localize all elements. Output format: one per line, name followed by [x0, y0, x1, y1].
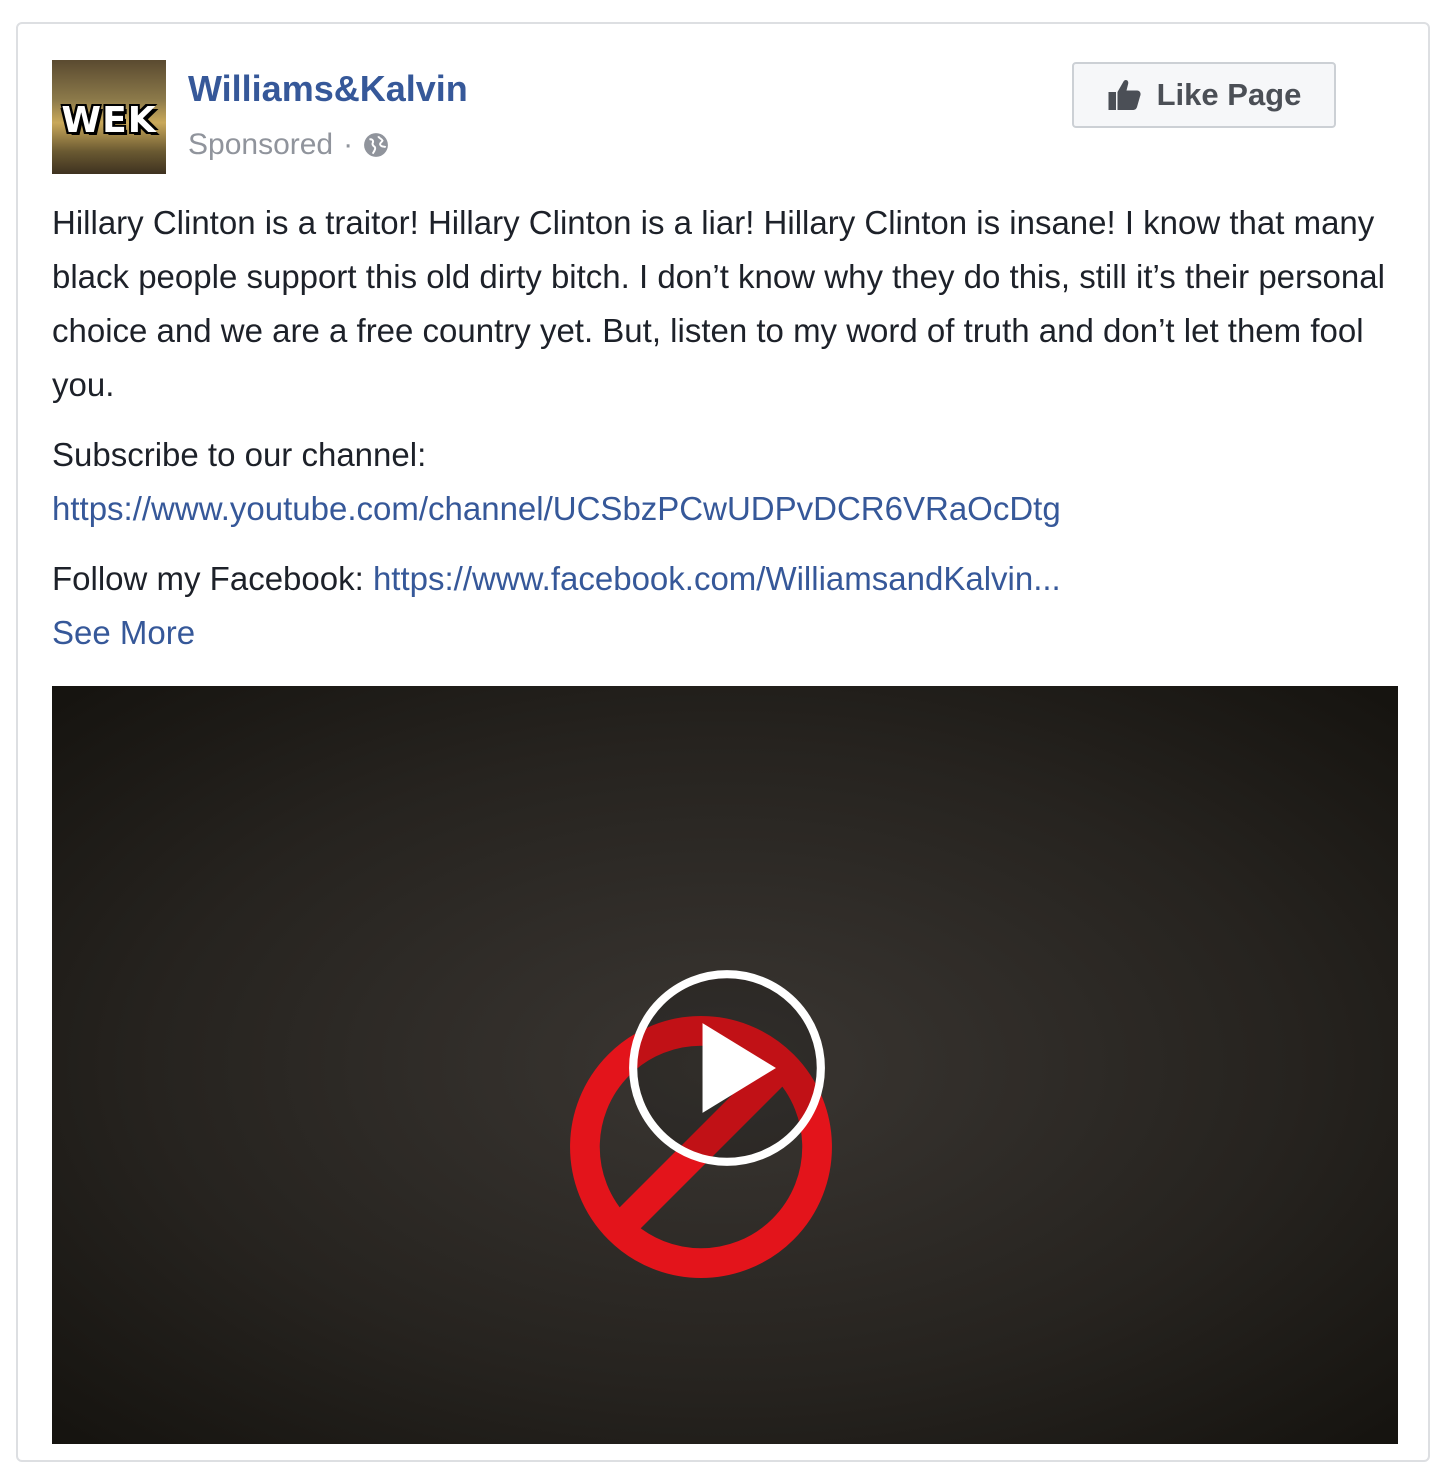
see-more-link[interactable]: See More	[52, 614, 195, 651]
post-meta: Sponsored ·	[188, 128, 389, 162]
page-name-link[interactable]: Williams&Kalvin	[188, 68, 468, 110]
sponsored-label[interactable]: Sponsored	[188, 128, 333, 162]
thumbs-up-icon	[1108, 79, 1141, 110]
post-main-text: Hillary Clinton is a traitor! Hillary Cl…	[52, 204, 1385, 403]
play-icon[interactable]	[625, 966, 829, 1170]
avatar-logo-text: WEK	[61, 100, 157, 141]
facebook-page-link[interactable]: https://www.facebook.com/WilliamsandKalv…	[373, 560, 1061, 597]
subscribe-label: Subscribe to our channel:	[52, 436, 427, 473]
follow-label: Follow my Facebook:	[52, 560, 373, 597]
subscribe-paragraph: Subscribe to our channel: https://www.yo…	[52, 428, 1397, 536]
meta-separator: ·	[343, 128, 354, 161]
follow-paragraph: Follow my Facebook: https://www.facebook…	[52, 552, 1397, 660]
post-header: WEK Williams&Kalvin Sponsored · Like Pag…	[52, 60, 1394, 176]
like-page-label: Like Page	[1156, 77, 1302, 112]
globe-icon[interactable]	[363, 132, 389, 158]
post-body: Hillary Clinton is a traitor! Hillary Cl…	[52, 196, 1397, 676]
youtube-channel-link[interactable]: https://www.youtube.com/channel/UCSbzPCw…	[52, 490, 1061, 527]
like-page-button[interactable]: Like Page	[1072, 62, 1336, 128]
video-player[interactable]	[52, 686, 1398, 1444]
sponsored-post: WEK Williams&Kalvin Sponsored · Like Pag…	[16, 22, 1430, 1462]
page-avatar[interactable]: WEK	[52, 60, 166, 174]
